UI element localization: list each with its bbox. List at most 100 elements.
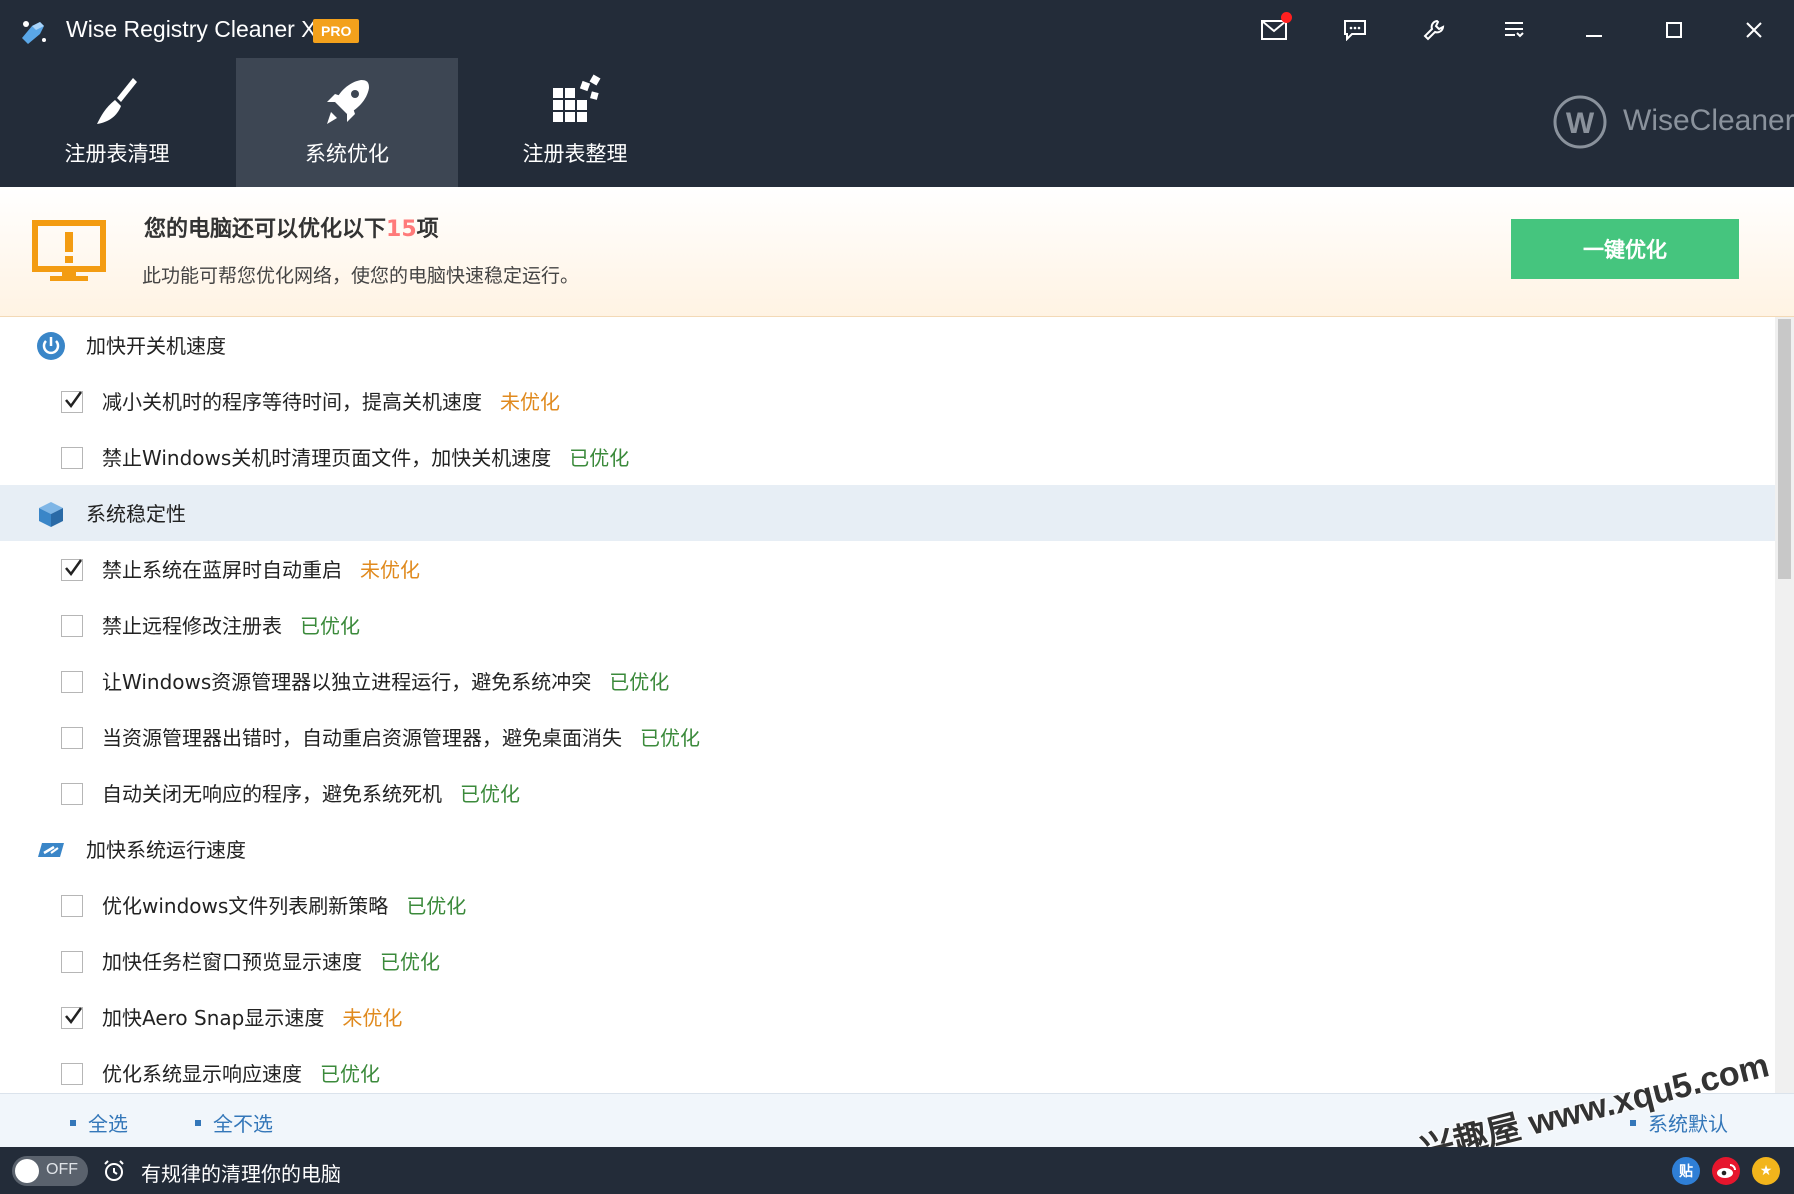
item-checkbox[interactable] — [61, 1007, 83, 1029]
item-text: 禁止远程修改注册表 — [102, 614, 282, 638]
item-label: 优化windows文件列表刷新策略 已优化 — [102, 890, 466, 919]
pro-badge: PRO — [313, 19, 360, 43]
tab-registry-cleaner[interactable]: 注册表清理 — [6, 58, 228, 187]
item-label: 禁止远程修改注册表 已优化 — [102, 610, 360, 639]
notification-dot — [1281, 12, 1292, 23]
bullet-icon — [195, 1119, 201, 1126]
wrench-icon — [1423, 19, 1445, 41]
item-checkbox[interactable] — [61, 783, 83, 805]
optimization-list: 加快开关机速度 减小关机时的程序等待时间，提高关机速度 未优化 禁止Windows… — [0, 317, 1775, 1093]
tab-label: 系统优化 — [305, 142, 389, 166]
item-checkbox[interactable] — [61, 391, 83, 413]
speed-icon — [38, 843, 64, 857]
status-bar: OFF 有规律的清理你的电脑 贴 ★ — [0, 1147, 1794, 1194]
alarm-clock-icon — [104, 1160, 124, 1181]
window-title: Wise Registry Cleaner X — [66, 16, 317, 42]
item-checkbox[interactable] — [61, 1063, 83, 1085]
close-button[interactable] — [1732, 8, 1776, 52]
status-done: 已优化 — [569, 446, 630, 470]
item-checkbox[interactable] — [61, 727, 83, 749]
maximize-icon — [1666, 22, 1682, 38]
optimize-banner: 您的电脑还可以优化以下15项 此功能可帮您优化网络，使您的电脑快速稳定运行。 一… — [0, 187, 1794, 317]
item-checkbox[interactable] — [61, 951, 83, 973]
select-none-link[interactable]: 全不选 — [195, 1108, 273, 1137]
status-done: 已优化 — [609, 670, 670, 694]
category-label: 加快系统运行速度 — [86, 838, 246, 862]
feedback-button[interactable] — [1333, 8, 1377, 52]
tab-system-optimize[interactable]: 系统优化 — [236, 58, 458, 187]
item-checkbox[interactable] — [61, 615, 83, 637]
messages-button[interactable] — [1252, 8, 1296, 52]
broom-icon — [97, 78, 137, 124]
tieba-icon[interactable]: 贴 — [1672, 1157, 1700, 1185]
checkmark-icon — [65, 391, 83, 409]
list-item[interactable]: 让Windows资源管理器以独立进程运行，避免系统冲突 已优化 — [0, 653, 1775, 709]
item-text: 禁止Windows关机时清理页面文件，加快关机速度 — [102, 446, 552, 470]
schedule-toggle[interactable]: OFF — [12, 1156, 88, 1186]
category-label: 加快开关机速度 — [86, 334, 226, 358]
tab-registry-defrag[interactable]: 注册表整理 — [464, 58, 686, 187]
list-item[interactable]: 禁止Windows关机时清理页面文件，加快关机速度 已优化 — [0, 429, 1775, 485]
item-checkbox[interactable] — [61, 447, 83, 469]
list-item[interactable]: 禁止远程修改注册表 已优化 — [0, 597, 1775, 653]
optimize-summary: 您的电脑还可以优化以下15项 — [144, 211, 439, 243]
item-text: 优化系统显示响应速度 — [102, 1062, 302, 1086]
mail-icon — [1261, 20, 1287, 40]
cube-icon — [39, 502, 63, 527]
minimize-button[interactable] — [1572, 8, 1616, 52]
item-checkbox[interactable] — [61, 671, 83, 693]
checkmark-icon — [65, 1007, 83, 1025]
list-item[interactable]: 优化系统显示响应速度 已优化 — [0, 1045, 1775, 1093]
list-item[interactable]: 禁止系统在蓝屏时自动重启 未优化 — [0, 541, 1775, 597]
bullet-icon — [70, 1119, 76, 1126]
scrollbar-thumb[interactable] — [1778, 319, 1791, 579]
app-logo-icon — [22, 21, 46, 44]
status-pending: 未优化 — [500, 390, 560, 414]
menu-button[interactable] — [1492, 8, 1536, 52]
status-done: 已优化 — [406, 894, 467, 918]
item-text: 禁止系统在蓝屏时自动重启 — [102, 558, 342, 582]
select-all-link[interactable]: 全选 — [70, 1108, 128, 1137]
title-bar: Wise Registry Cleaner X PRO — [0, 0, 1794, 60]
select-none-label: 全不选 — [213, 1112, 273, 1136]
item-label: 自动关闭无响应的程序，避免系统死机 已优化 — [102, 778, 520, 807]
brand-name: WiseCleaner — [1623, 104, 1794, 137]
status-pending: 未优化 — [360, 558, 420, 582]
weibo-logo-icon — [1717, 1164, 1736, 1178]
tools-button[interactable] — [1412, 8, 1456, 52]
list-item[interactable]: 减小关机时的程序等待时间，提高关机速度 未优化 — [0, 373, 1775, 429]
banner-description: 此功能可帮您优化网络，使您的电脑快速稳定运行。 — [142, 265, 580, 287]
list-scrollbar[interactable] — [1775, 317, 1794, 1093]
item-label: 优化系统显示响应速度 已优化 — [102, 1058, 380, 1087]
item-label: 减小关机时的程序等待时间，提高关机速度 未优化 — [102, 386, 560, 415]
weibo-icon[interactable] — [1712, 1157, 1740, 1185]
optimize-count: 15 — [386, 217, 417, 242]
list-item[interactable]: 优化windows文件列表刷新策略 已优化 — [0, 877, 1775, 933]
item-label: 禁止Windows关机时清理页面文件，加快关机速度 已优化 — [102, 442, 629, 471]
qzone-icon[interactable]: ★ — [1752, 1157, 1780, 1185]
toggle-knob — [15, 1159, 39, 1183]
item-checkbox[interactable] — [61, 895, 83, 917]
svg-text:W: W — [1566, 107, 1595, 140]
status-done: 已优化 — [640, 726, 700, 750]
checkmark-icon — [65, 559, 83, 577]
list-item[interactable]: 自动关闭无响应的程序，避免系统死机 已优化 — [0, 765, 1775, 821]
list-item[interactable]: 加快任务栏窗口预览显示速度 已优化 — [0, 933, 1775, 989]
status-done: 已优化 — [460, 782, 520, 806]
chat-icon — [1344, 20, 1366, 41]
maximize-button[interactable] — [1652, 8, 1696, 52]
item-text: 让Windows资源管理器以独立进程运行，避免系统冲突 — [102, 670, 592, 694]
item-text: 减小关机时的程序等待时间，提高关机速度 — [102, 390, 482, 414]
item-label: 禁止系统在蓝屏时自动重启 未优化 — [102, 554, 420, 583]
list-item[interactable]: 当资源管理器出错时，自动重启资源管理器，避免桌面消失 已优化 — [0, 709, 1775, 765]
category-label: 系统稳定性 — [86, 502, 186, 526]
one-click-optimize-button[interactable]: 一键优化 — [1511, 219, 1739, 279]
tab-label: 注册表整理 — [522, 142, 628, 166]
category-row: 系统稳定性 — [0, 485, 1775, 541]
status-done: 已优化 — [320, 1062, 380, 1086]
status-done: 已优化 — [300, 614, 360, 638]
list-item[interactable]: 加快Aero Snap显示速度 未优化 — [0, 989, 1775, 1045]
monitor-warning-icon — [32, 220, 106, 281]
item-checkbox[interactable] — [61, 559, 83, 581]
toggle-label: OFF — [46, 1161, 78, 1178]
